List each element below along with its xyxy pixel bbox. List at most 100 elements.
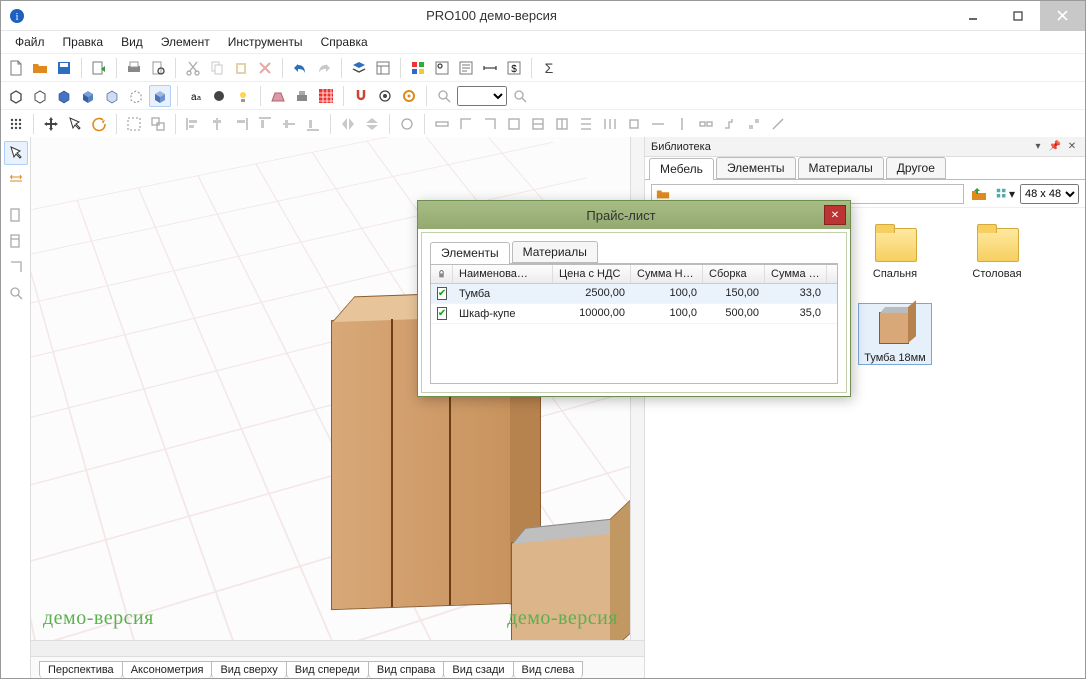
lt-4[interactable] — [4, 281, 28, 305]
dim-tool-5[interactable] — [527, 113, 549, 135]
light-button[interactable] — [232, 85, 254, 107]
print-preview-button[interactable] — [147, 57, 169, 79]
shadow-button[interactable] — [208, 85, 230, 107]
lt-1[interactable] — [4, 203, 28, 227]
view-mode-button[interactable]: ▾ — [994, 183, 1016, 205]
move-tool[interactable] — [40, 113, 62, 135]
collision-button[interactable] — [374, 85, 396, 107]
view-tab-right[interactable]: Вид справа — [368, 661, 445, 678]
dim-tool-7[interactable] — [575, 113, 597, 135]
menu-file[interactable]: Файл — [7, 33, 53, 51]
view-tab-axo[interactable]: Аксонометрия — [122, 661, 213, 678]
menu-tools[interactable]: Инструменты — [220, 33, 311, 51]
col-price[interactable]: Цена с НДС — [553, 265, 631, 283]
pointer-tool[interactable] — [4, 141, 28, 165]
structure-button[interactable] — [372, 57, 394, 79]
highlight-tool[interactable] — [4, 167, 28, 191]
sum-button[interactable]: Σ — [538, 57, 560, 79]
view-shaded-button[interactable] — [77, 85, 99, 107]
close-button[interactable] — [1040, 1, 1085, 31]
dimensions-button[interactable] — [479, 57, 501, 79]
zoom-button[interactable] — [433, 85, 455, 107]
ungroup-button[interactable] — [147, 113, 169, 135]
zoom-fit-button[interactable] — [509, 85, 531, 107]
menu-help[interactable]: Справка — [313, 33, 376, 51]
toggle-walls-button[interactable] — [267, 85, 289, 107]
zoom-select[interactable] — [457, 86, 507, 106]
view-textured-button[interactable] — [149, 85, 171, 107]
toggle-grid-button[interactable] — [315, 85, 337, 107]
table-row[interactable]: ✔ Тумба 2500,00 100,0 150,00 33,0 — [431, 284, 837, 304]
col-lock[interactable] — [431, 265, 453, 283]
align-center-button[interactable] — [206, 113, 228, 135]
lib-tab-other[interactable]: Другое — [886, 157, 946, 179]
col-name[interactable]: Наименова… — [453, 265, 553, 283]
palette-button[interactable] — [407, 57, 429, 79]
view-tab-left[interactable]: Вид слева — [513, 661, 584, 678]
cut-button[interactable] — [182, 57, 204, 79]
lib-tab-materials[interactable]: Материалы — [798, 157, 884, 179]
delete-button[interactable] — [254, 57, 276, 79]
dim-tool-4[interactable] — [503, 113, 525, 135]
up-folder-button[interactable] — [968, 183, 990, 205]
price-tab-elements[interactable]: Элементы — [430, 242, 510, 264]
checkbox-icon[interactable]: ✔ — [437, 287, 447, 300]
open-button[interactable] — [29, 57, 51, 79]
report-button[interactable] — [455, 57, 477, 79]
save-button[interactable] — [53, 57, 75, 79]
rotate-tool[interactable] — [88, 113, 110, 135]
layers-button[interactable] — [348, 57, 370, 79]
dim-tool-12[interactable] — [695, 113, 717, 135]
viewport-hscroll[interactable] — [31, 640, 644, 656]
redo-button[interactable] — [313, 57, 335, 79]
panel-pin-icon[interactable]: 📌 — [1048, 140, 1062, 154]
copy-button[interactable] — [206, 57, 228, 79]
new-button[interactable] — [5, 57, 27, 79]
thumb-size-select[interactable]: 48 x 48 — [1020, 184, 1079, 204]
col-sum[interactable]: Сумма Н… — [765, 265, 827, 283]
align-bottom-button[interactable] — [302, 113, 324, 135]
import-button[interactable] — [88, 57, 110, 79]
paste-button[interactable] — [230, 57, 252, 79]
align-middle-button[interactable] — [278, 113, 300, 135]
maximize-button[interactable] — [995, 1, 1040, 31]
text-button[interactable]: aa — [184, 85, 206, 107]
table-row[interactable]: ✔ Шкаф-купе 10000,00 100,0 500,00 35,0 — [431, 304, 837, 324]
dim-tool-10[interactable] — [647, 113, 669, 135]
grid-settings-button[interactable] — [5, 113, 27, 135]
panel-menu-icon[interactable]: ▾ — [1031, 140, 1045, 154]
panel-close-icon[interactable]: ✕ — [1065, 140, 1079, 154]
view-edges-button[interactable] — [101, 85, 123, 107]
dim-tool-13[interactable] — [719, 113, 741, 135]
view-tab-front[interactable]: Вид спереди — [286, 661, 369, 678]
dim-tool-8[interactable] — [599, 113, 621, 135]
dim-tool-3[interactable] — [479, 113, 501, 135]
center-button[interactable] — [398, 85, 420, 107]
view-tab-top[interactable]: Вид сверху — [211, 661, 286, 678]
menu-edit[interactable]: Правка — [55, 33, 112, 51]
toggle-room-button[interactable] — [291, 85, 313, 107]
flip-h-button[interactable] — [337, 113, 359, 135]
dim-tool-9[interactable] — [623, 113, 645, 135]
view-wireframe-button[interactable] — [5, 85, 27, 107]
align-right-button[interactable] — [230, 113, 252, 135]
lib-tab-elements[interactable]: Элементы — [716, 157, 796, 179]
dim-tool-15[interactable] — [767, 113, 789, 135]
cost-button[interactable]: $ — [503, 57, 525, 79]
lt-2[interactable] — [4, 229, 28, 253]
view-transparent-button[interactable] — [125, 85, 147, 107]
dim-tool-6[interactable] — [551, 113, 573, 135]
col-assembly[interactable]: Сборка — [703, 265, 765, 283]
lib-item-folder[interactable]: Спальня — [859, 224, 931, 280]
align-left-button[interactable] — [182, 113, 204, 135]
rotate-cw-button[interactable] — [396, 113, 418, 135]
view-hidden-button[interactable] — [29, 85, 51, 107]
lt-3[interactable] — [4, 255, 28, 279]
group-button[interactable] — [123, 113, 145, 135]
menu-element[interactable]: Элемент — [153, 33, 218, 51]
view-tab-back[interactable]: Вид сзади — [443, 661, 513, 678]
snap-button[interactable] — [350, 85, 372, 107]
print-button[interactable] — [123, 57, 145, 79]
view-flat-button[interactable] — [53, 85, 75, 107]
undo-button[interactable] — [289, 57, 311, 79]
